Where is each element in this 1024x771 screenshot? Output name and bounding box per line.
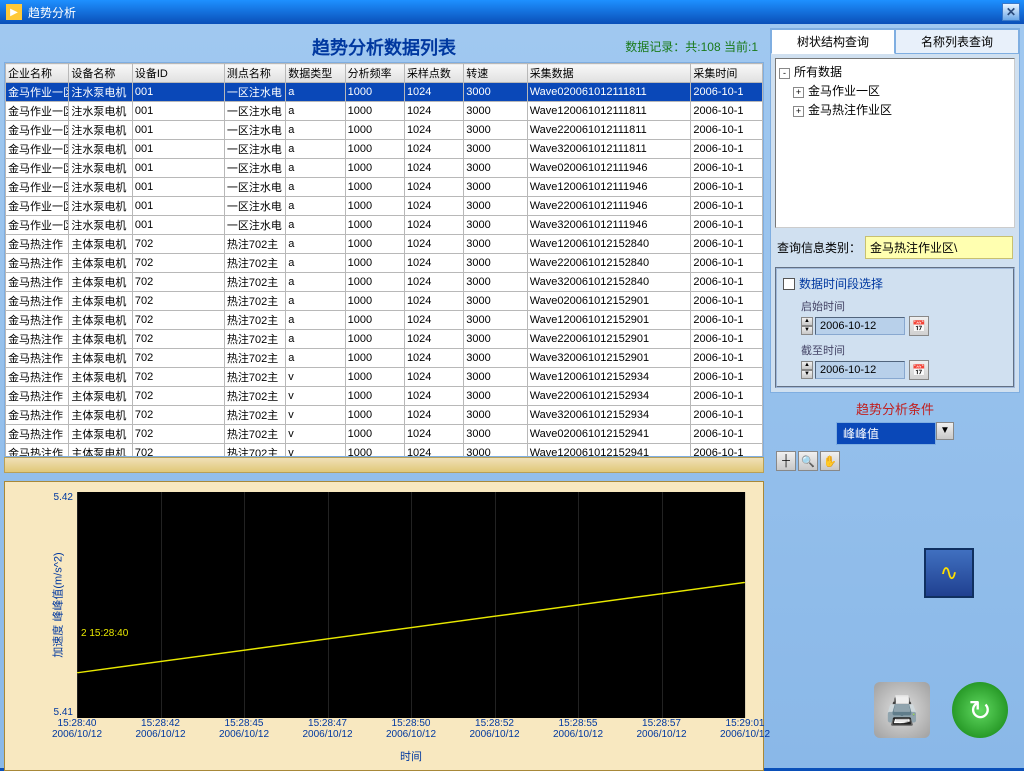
tree-root[interactable]: -所有数据	[779, 62, 1011, 81]
chart-xtick: 15:28:502006/10/12	[386, 718, 436, 740]
start-time-label: 启始时间	[801, 298, 1007, 314]
chart-xlabel: 时间	[400, 748, 422, 764]
query-value: 金马热注作业区\	[865, 236, 1013, 259]
trend-chart[interactable]: 加速度 峰峰值(m/s^2) 5.42 5.41 2 15:28:40 时间 1…	[4, 481, 764, 771]
column-header[interactable]: 采样点数	[404, 64, 463, 83]
table-row[interactable]: 金马热注作主体泵电机702热注702主a100010243000Wave2200…	[6, 330, 763, 349]
end-time-label: 截至时间	[801, 342, 1007, 358]
refresh-button[interactable]: ↻	[952, 682, 1008, 738]
condition-select[interactable]: 峰峰值	[836, 422, 936, 445]
column-header[interactable]: 数据类型	[286, 64, 345, 83]
column-header[interactable]: 设备ID	[132, 64, 224, 83]
start-date-input[interactable]: 2006-10-12	[815, 317, 905, 335]
chart-xtick: 15:28:402006/10/12	[52, 718, 102, 740]
horizontal-scrollbar[interactable]	[4, 457, 764, 473]
condition-label: 趋势分析条件	[770, 399, 1020, 418]
start-date-stepper[interactable]: ▲▼	[801, 317, 813, 335]
tab-tree-query[interactable]: 树状结构查询	[771, 29, 895, 54]
analyze-wave-button[interactable]: ∿	[924, 548, 974, 598]
data-table[interactable]: 企业名称设备名称设备ID测点名称数据类型分析频率采样点数转速采集数据采集时间 金…	[4, 62, 764, 457]
tree-view[interactable]: -所有数据 +金马作业一区 +金马热注作业区	[775, 58, 1015, 228]
table-row[interactable]: 金马作业一区注水泵电机001一区注水电a100010243000Wave3200…	[6, 140, 763, 159]
record-status: 数据记录：共:108 当前:1	[625, 38, 758, 55]
chart-xtick: 15:28:472006/10/12	[302, 718, 352, 740]
column-header[interactable]: 测点名称	[224, 64, 285, 83]
chevron-down-icon[interactable]: ▼	[936, 422, 954, 440]
end-date-stepper[interactable]: ▲▼	[801, 361, 813, 379]
table-row[interactable]: 金马作业一区注水泵电机001一区注水电a100010243000Wave3200…	[6, 216, 763, 235]
hand-tool-icon[interactable]: ✋	[820, 451, 840, 471]
column-header[interactable]: 分析频率	[345, 64, 404, 83]
table-row[interactable]: 金马热注作主体泵电机702热注702主a100010243000Wave0200…	[6, 292, 763, 311]
table-row[interactable]: 金马作业一区注水泵电机001一区注水电a100010243000Wave0200…	[6, 159, 763, 178]
table-row[interactable]: 金马热注作主体泵电机702热注702主v100010243000Wave1200…	[6, 444, 763, 458]
zoom-tool-icon[interactable]: ┼	[776, 451, 796, 471]
table-row[interactable]: 金马热注作主体泵电机702热注702主a100010243000Wave1200…	[6, 311, 763, 330]
query-label: 查询信息类别：	[777, 239, 861, 256]
table-row[interactable]: 金马作业一区注水泵电机001一区注水电a100010243000Wave2200…	[6, 121, 763, 140]
table-row[interactable]: 金马热注作主体泵电机702热注702主v100010243000Wave1200…	[6, 368, 763, 387]
time-range-checkbox[interactable]: 数据时间段选择	[783, 275, 1007, 292]
table-row[interactable]: 金马作业一区注水泵电机001一区注水电a100010243000Wave0200…	[6, 83, 763, 102]
chart-xtick: 15:28:552006/10/12	[553, 718, 603, 740]
table-row[interactable]: 金马热注作主体泵电机702热注702主v100010243000Wave2200…	[6, 387, 763, 406]
end-date-input[interactable]: 2006-10-12	[815, 361, 905, 379]
titlebar: ▶ 趋势分析 ✕	[0, 0, 1024, 24]
tab-name-list-query[interactable]: 名称列表查询	[895, 29, 1019, 54]
table-row[interactable]: 金马热注作主体泵电机702热注702主v100010243000Wave3200…	[6, 406, 763, 425]
chart-xtick: 15:28:422006/10/12	[135, 718, 185, 740]
app-icon: ▶	[6, 4, 22, 20]
table-row[interactable]: 金马作业一区注水泵电机001一区注水电a100010243000Wave1200…	[6, 102, 763, 121]
print-button[interactable]: 🖨️	[874, 682, 930, 738]
page-title: 趋势分析数据列表	[312, 38, 456, 58]
table-row[interactable]: 金马热注作主体泵电机702热注702主v100010243000Wave0200…	[6, 425, 763, 444]
column-header[interactable]: 企业名称	[6, 64, 69, 83]
chart-ytick: 5.42	[54, 492, 73, 503]
chart-xtick: 15:28:572006/10/12	[636, 718, 686, 740]
table-row[interactable]: 金马热注作主体泵电机702热注702主a100010243000Wave3200…	[6, 349, 763, 368]
close-icon[interactable]: ✕	[1002, 3, 1020, 21]
tree-node[interactable]: +金马热注作业区	[779, 100, 1011, 119]
chart-xtick: 15:28:452006/10/12	[219, 718, 269, 740]
column-header[interactable]: 设备名称	[69, 64, 132, 83]
table-row[interactable]: 金马作业一区注水泵电机001一区注水电a100010243000Wave2200…	[6, 197, 763, 216]
calendar-icon[interactable]: 📅	[909, 360, 929, 380]
column-header[interactable]: 采集数据	[527, 64, 691, 83]
column-header[interactable]: 采集时间	[691, 64, 763, 83]
table-row[interactable]: 金马热注作主体泵电机702热注702主a100010243000Wave3200…	[6, 273, 763, 292]
chart-xtick: 15:28:522006/10/12	[469, 718, 519, 740]
window-title: 趋势分析	[28, 4, 76, 21]
magnify-icon[interactable]: 🔍	[798, 451, 818, 471]
chart-xtick: 15:29:012006/10/12	[720, 718, 770, 740]
tree-node[interactable]: +金马作业一区	[779, 81, 1011, 100]
table-row[interactable]: 金马作业一区注水泵电机001一区注水电a100010243000Wave1200…	[6, 178, 763, 197]
calendar-icon[interactable]: 📅	[909, 316, 929, 336]
table-row[interactable]: 金马热注作主体泵电机702热注702主a100010243000Wave2200…	[6, 254, 763, 273]
table-row[interactable]: 金马热注作主体泵电机702热注702主a100010243000Wave1200…	[6, 235, 763, 254]
chart-ytick: 5.41	[54, 707, 73, 718]
column-header[interactable]: 转速	[464, 64, 527, 83]
chart-ylabel: 加速度 峰峰值(m/s^2)	[50, 552, 66, 657]
